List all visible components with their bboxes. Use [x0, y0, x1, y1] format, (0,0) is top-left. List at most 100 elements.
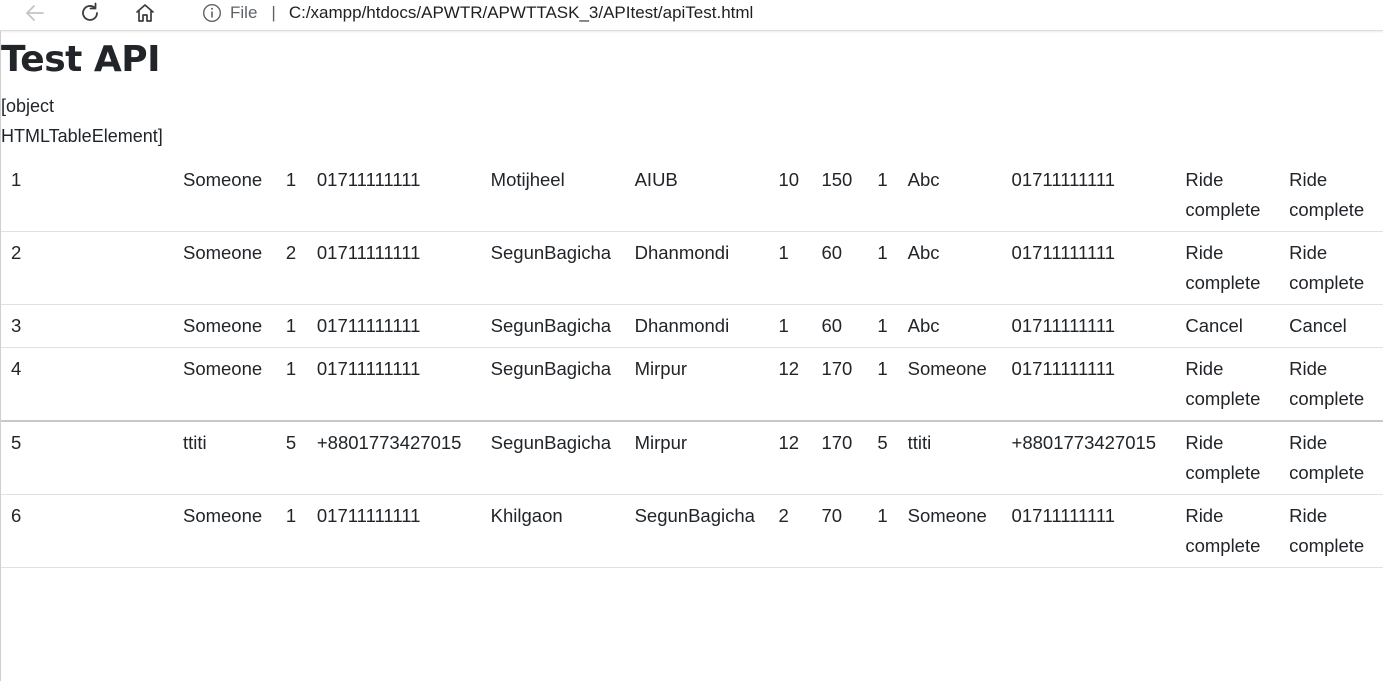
- cell-id: 2: [1, 231, 173, 305]
- cell-user-id: 2: [275, 231, 307, 305]
- table-row: 3 Someone 1 01711111111 SegunBagicha Dhanmond…: [1, 304, 1383, 348]
- cell-user-id: 5: [275, 421, 307, 495]
- cell-name: Someone: [172, 231, 276, 305]
- cell-phone: 01711111111: [306, 494, 481, 568]
- back-button[interactable]: [21, 0, 49, 26]
- cell-rider-phone: +8801773427015: [1001, 421, 1176, 495]
- info-icon[interactable]: [202, 3, 222, 23]
- cell-destination: Dhanmondi: [624, 304, 769, 348]
- table-row: 4 Someone 1 01711111111 SegunBagicha Mirpur 12…: [1, 347, 1383, 422]
- cell-rider-phone: 01711111111: [1001, 304, 1176, 348]
- arrow-left-icon: [26, 5, 44, 21]
- cell-user-id: 1: [275, 347, 307, 422]
- cell-status: Ride complete: [1175, 347, 1280, 422]
- cell-distance: 12: [768, 421, 812, 495]
- cell-status-2: Ride complete: [1279, 347, 1383, 422]
- cell-status: Ride complete: [1175, 231, 1280, 305]
- cell-distance: 1: [768, 231, 812, 305]
- cell-phone: +8801773427015: [306, 421, 481, 495]
- cell-rider-id: 1: [867, 494, 898, 568]
- cell-status-2: Ride complete: [1279, 159, 1383, 232]
- cell-destination: SegunBagicha: [624, 494, 769, 568]
- cell-fare: 60: [811, 304, 868, 348]
- cell-id: 6: [1, 494, 173, 568]
- object-output-text: [object HTMLTableElement]: [1, 96, 163, 146]
- cell-status: Ride complete: [1175, 494, 1280, 568]
- cell-destination: Mirpur: [624, 421, 769, 495]
- cell-rider-name: Abc: [897, 231, 1002, 305]
- cell-rider-name: Abc: [897, 304, 1002, 348]
- cell-name: Someone: [172, 494, 276, 568]
- cell-rider-phone: 01711111111: [1001, 347, 1176, 422]
- cell-user-id: 1: [275, 159, 307, 232]
- cell-phone: 01711111111: [306, 159, 481, 232]
- cell-user-id: 1: [275, 304, 307, 348]
- cell-rider-name: Someone: [897, 347, 1002, 422]
- page-title: Test API: [1, 39, 161, 80]
- cell-distance: 1: [768, 304, 812, 348]
- cell-name: Someone: [172, 159, 276, 232]
- cell-destination: AIUB: [624, 159, 769, 232]
- cell-rider-phone: 01711111111: [1001, 231, 1176, 305]
- cell-status-2: Ride complete: [1279, 231, 1383, 305]
- cell-status-2: Cancel: [1279, 304, 1383, 348]
- cell-name: Someone: [172, 304, 276, 348]
- cell-fare: 60: [811, 231, 868, 305]
- address-separator: |: [271, 3, 276, 22]
- cell-destination: Dhanmondi: [624, 231, 769, 305]
- table-row: 2 Someone 2 01711111111 SegunBagicha Dhanmond…: [1, 231, 1383, 305]
- cell-status: Ride complete: [1175, 159, 1280, 232]
- cell-rider-name: Abc: [897, 159, 1002, 232]
- cell-pickup: SegunBagicha: [480, 347, 625, 422]
- home-button[interactable]: [131, 0, 159, 26]
- browser-toolbar: File | C:/xampp/htdocs/APWTR/APWTTASK_3/…: [0, 0, 1383, 31]
- cell-phone: 01711111111: [306, 304, 481, 348]
- cell-pickup: SegunBagicha: [480, 231, 625, 305]
- address-scheme-label: File: [230, 3, 258, 22]
- cell-rider-name: Someone: [897, 494, 1002, 568]
- cell-id: 5: [1, 421, 173, 495]
- home-icon: [136, 4, 154, 22]
- page-content: Test API [object HTMLTableElement] 1 Some…: [0, 31, 1383, 681]
- cell-pickup: SegunBagicha: [480, 304, 625, 348]
- cell-rider-id: 1: [867, 304, 898, 348]
- cell-phone: 01711111111: [306, 347, 481, 422]
- table-row: 5 ttiti 5 +8801773427015 SegunBagicha Mirpur 1…: [1, 421, 1383, 495]
- cell-id: 1: [1, 159, 173, 232]
- cell-distance: 2: [768, 494, 812, 568]
- cell-pickup: Motijheel: [480, 159, 625, 232]
- rides-table: 1 Someone 1 01711111111 Motijheel AIUB 10 150 1 A…: [1, 159, 1383, 568]
- cell-status-2: Ride complete: [1279, 421, 1383, 495]
- cell-status: Cancel: [1175, 304, 1280, 348]
- cell-id: 3: [1, 304, 173, 348]
- cell-fare: 170: [811, 421, 868, 495]
- cell-name: ttiti: [172, 421, 276, 495]
- address-bar[interactable]: File | C:/xampp/htdocs/APWTR/APWTTASK_3/…: [180, 0, 1383, 26]
- cell-distance: 10: [768, 159, 812, 232]
- reload-icon: [82, 2, 98, 21]
- cell-fare: 70: [811, 494, 868, 568]
- cell-rider-phone: 01711111111: [1001, 494, 1176, 568]
- cell-status-2: Ride complete: [1279, 494, 1383, 568]
- cell-rider-id: 1: [867, 159, 898, 232]
- cell-pickup: SegunBagicha: [480, 421, 625, 495]
- cell-phone: 01711111111: [306, 231, 481, 305]
- cell-rider-id: 5: [867, 421, 898, 495]
- cell-rider-phone: 01711111111: [1001, 159, 1176, 232]
- cell-name: Someone: [172, 347, 276, 422]
- address-url[interactable]: C:/xampp/htdocs/APWTR/APWTTASK_3/APItest…: [289, 3, 754, 23]
- cell-fare: 170: [811, 347, 868, 422]
- table-row: 1 Someone 1 01711111111 Motijheel AIUB 10 150 1 A…: [1, 159, 1383, 232]
- cell-id: 4: [1, 347, 173, 422]
- cell-destination: Mirpur: [624, 347, 769, 422]
- cell-rider-id: 1: [867, 231, 898, 305]
- table-row: 6 Someone 1 01711111111 Khilgaon SegunBagicha…: [1, 494, 1383, 568]
- cell-rider-id: 1: [867, 347, 898, 422]
- cell-status: Ride complete: [1175, 421, 1280, 495]
- cell-pickup: Khilgaon: [480, 494, 625, 568]
- cell-fare: 150: [811, 159, 868, 232]
- reload-button[interactable]: [76, 0, 104, 26]
- cell-distance: 12: [768, 347, 812, 422]
- cell-user-id: 1: [275, 494, 307, 568]
- cell-rider-name: ttiti: [897, 421, 1002, 495]
